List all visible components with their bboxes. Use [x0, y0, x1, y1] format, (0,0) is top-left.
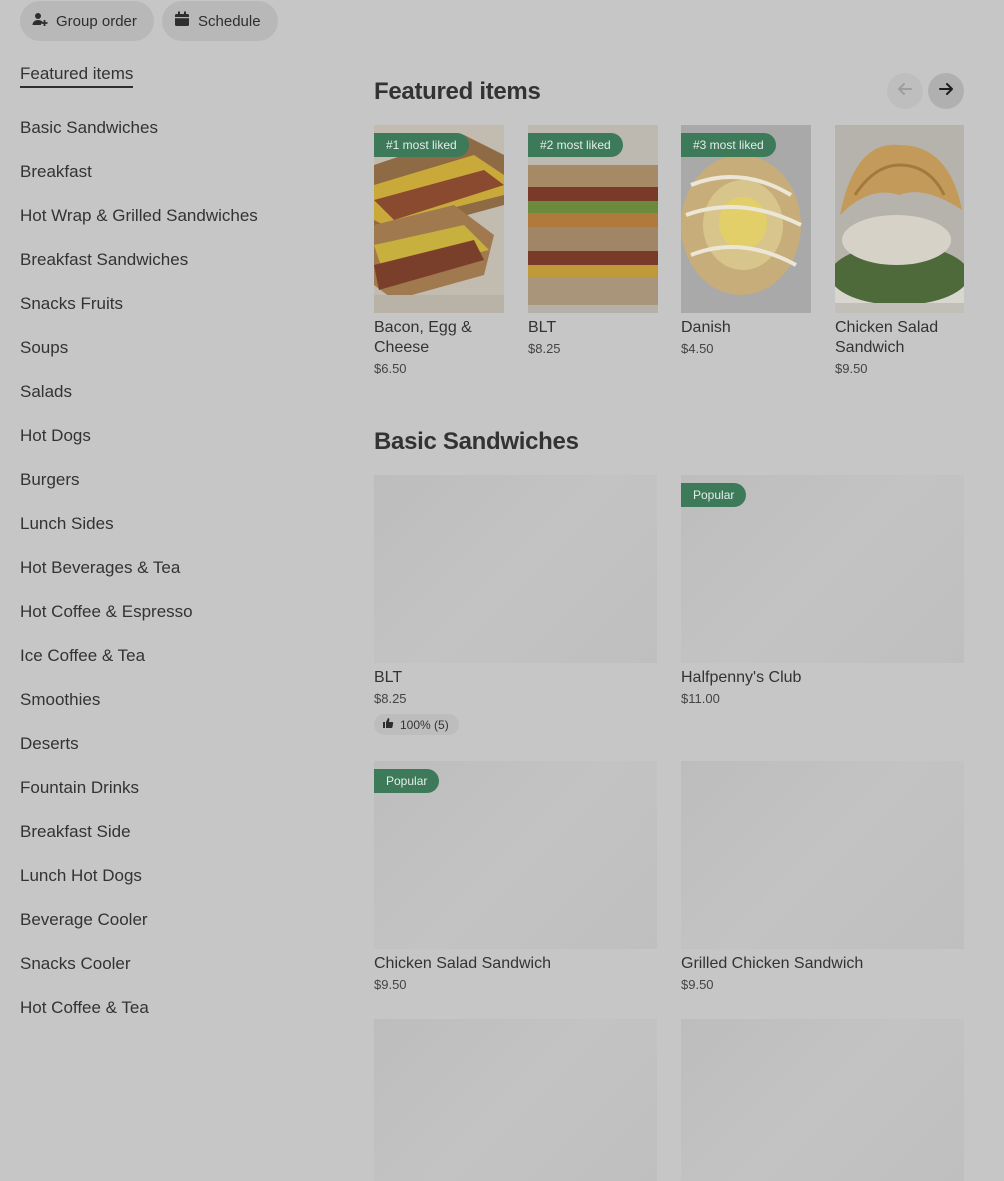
- carousel-next-button[interactable]: [928, 73, 964, 109]
- basic-sandwiches-heading: Basic Sandwiches: [374, 428, 579, 455]
- item-photo-placeholder: [374, 1019, 657, 1181]
- popular-badge: Popular: [374, 769, 440, 793]
- featured-items-heading: Featured items: [374, 78, 541, 105]
- sidebar-item-basic-sandwiches[interactable]: Basic Sandwiches: [20, 106, 320, 150]
- item-price: $8.25: [528, 341, 561, 356]
- add-person-icon: [32, 11, 48, 31]
- sidebar-item-hot-beverages-tea[interactable]: Hot Beverages & Tea: [20, 546, 320, 590]
- item-price: $9.50: [835, 361, 868, 376]
- sidebar-item-salads[interactable]: Salads: [20, 370, 320, 414]
- item-price: $6.50: [374, 361, 407, 376]
- sidebar-item-featured-items[interactable]: Featured items: [20, 62, 320, 90]
- most-liked-badge: #1 most liked: [374, 133, 469, 157]
- item-name: BLT: [374, 669, 403, 686]
- sidebar-item-breakfast[interactable]: Breakfast: [20, 150, 320, 194]
- category-sidebar: Featured items Basic Sandwiches Breakfas…: [20, 62, 320, 1030]
- menu-item-card[interactable]: BLT $8.25 100% (5): [374, 475, 657, 735]
- arrow-left-icon: [896, 80, 914, 103]
- item-price: $9.50: [681, 977, 714, 992]
- sidebar-item-soups[interactable]: Soups: [20, 326, 320, 370]
- item-price: $11.00: [681, 691, 720, 706]
- item-photo: [835, 125, 964, 313]
- arrow-right-icon: [937, 80, 955, 103]
- item-name: Chicken Salad Sandwich: [835, 319, 939, 356]
- sidebar-item-deserts[interactable]: Deserts: [20, 722, 320, 766]
- sidebar-item-beverage-cooler[interactable]: Beverage Cooler: [20, 898, 320, 942]
- rating-text: 100% (5): [400, 717, 449, 732]
- item-name: Halfpenny's Club: [681, 669, 802, 686]
- menu-item-card[interactable]: Popular Halfpenny's Club $11.00: [681, 475, 964, 706]
- sidebar-item-snacks-cooler[interactable]: Snacks Cooler: [20, 942, 320, 986]
- sidebar-item-fountain-drinks[interactable]: Fountain Drinks: [20, 766, 320, 810]
- sidebar-item-hot-coffee-espresso[interactable]: Hot Coffee & Espresso: [20, 590, 320, 634]
- sidebar-item-snacks-fruits[interactable]: Snacks Fruits: [20, 282, 320, 326]
- sidebar-item-breakfast-sandwiches[interactable]: Breakfast Sandwiches: [20, 238, 320, 282]
- item-photo-placeholder: [681, 761, 964, 949]
- most-liked-badge: #3 most liked: [681, 133, 776, 157]
- item-photo-placeholder: [374, 475, 657, 663]
- calendar-icon: [174, 11, 190, 31]
- most-liked-badge: #2 most liked: [528, 133, 623, 157]
- item-photo: #3 most liked: [681, 125, 811, 313]
- item-name: Bacon, Egg & Cheese: [374, 319, 472, 356]
- sidebar-item-lunch-sides[interactable]: Lunch Sides: [20, 502, 320, 546]
- menu-item-card[interactable]: Grilled Chicken Sandwich $9.50: [681, 761, 964, 992]
- sidebar-item-lunch-hot-dogs[interactable]: Lunch Hot Dogs: [20, 854, 320, 898]
- featured-item-card[interactable]: #1 most liked Bacon, Egg & Cheese $6.50: [374, 125, 504, 376]
- item-name: BLT: [528, 319, 557, 336]
- item-photo: #2 most liked: [528, 125, 658, 313]
- rating-badge: 100% (5): [374, 714, 459, 735]
- menu-item-card[interactable]: [681, 1019, 964, 1181]
- item-name: Danish: [681, 319, 731, 336]
- thumbs-up-icon: [382, 717, 394, 732]
- sidebar-item-burgers[interactable]: Burgers: [20, 458, 320, 502]
- popular-badge: Popular: [681, 483, 747, 507]
- item-price: $9.50: [374, 977, 407, 992]
- schedule-label: Schedule: [198, 12, 261, 30]
- item-price: $4.50: [681, 341, 714, 356]
- item-photo-placeholder: Popular: [681, 475, 964, 663]
- sidebar-item-hot-wrap-grilled-sandwiches[interactable]: Hot Wrap & Grilled Sandwiches: [20, 194, 320, 238]
- featured-item-card[interactable]: #3 most liked Danish $4.50: [681, 125, 811, 356]
- sidebar-item-breakfast-side[interactable]: Breakfast Side: [20, 810, 320, 854]
- featured-item-card[interactable]: #2 most liked BLT $8.25: [528, 125, 658, 356]
- item-price: $8.25: [374, 691, 407, 706]
- sidebar-item-smoothies[interactable]: Smoothies: [20, 678, 320, 722]
- menu-item-card[interactable]: Popular Chicken Salad Sandwich $9.50: [374, 761, 657, 992]
- featured-item-card[interactable]: Chicken Salad Sandwich $9.50: [835, 125, 964, 376]
- item-photo: #1 most liked: [374, 125, 504, 313]
- group-order-button[interactable]: Group order: [20, 1, 154, 41]
- menu-item-card[interactable]: [374, 1019, 657, 1181]
- carousel-prev-button[interactable]: [887, 73, 923, 109]
- schedule-button[interactable]: Schedule: [162, 1, 278, 41]
- item-photo-placeholder: [681, 1019, 964, 1181]
- sidebar-item-hot-coffee-tea[interactable]: Hot Coffee & Tea: [20, 986, 320, 1030]
- sidebar-item-hot-dogs[interactable]: Hot Dogs: [20, 414, 320, 458]
- item-name: Chicken Salad Sandwich: [374, 955, 551, 972]
- sidebar-item-ice-coffee-tea[interactable]: Ice Coffee & Tea: [20, 634, 320, 678]
- item-photo-placeholder: Popular: [374, 761, 657, 949]
- group-order-label: Group order: [56, 12, 137, 30]
- item-name: Grilled Chicken Sandwich: [681, 955, 864, 972]
